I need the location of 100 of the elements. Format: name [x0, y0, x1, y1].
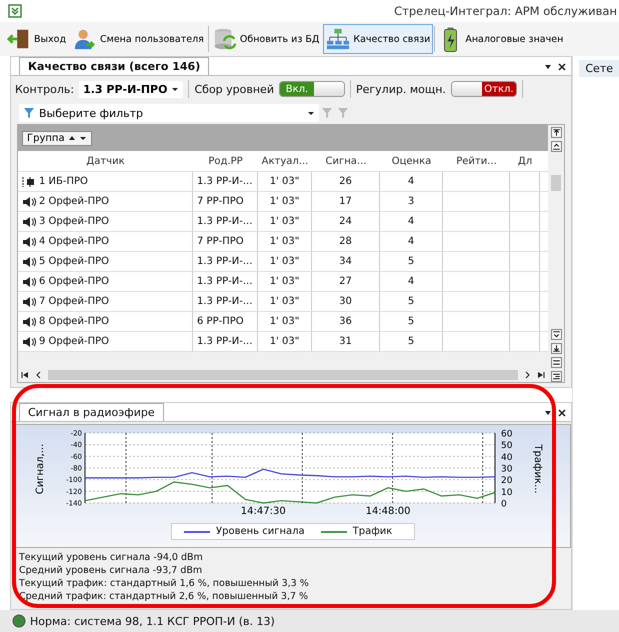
scrollbar-thumb[interactable]	[551, 175, 562, 191]
legend-label: Трафик	[352, 526, 392, 537]
scroll-bottom-icon[interactable]	[550, 343, 562, 354]
table-cell: 1' 03"	[258, 172, 312, 191]
table-cell: 1.3 РР-И-...	[193, 292, 258, 311]
table-cell: 5	[380, 292, 443, 311]
tick-label: 10	[501, 488, 513, 498]
control-dropdown[interactable]: 1.3 РР-И-ПРО	[79, 80, 184, 98]
table-cell: 1' 03"	[258, 252, 312, 271]
stat-text: Текущий трафик: стандартный 1,6 %, повышенный 3,3 %	[19, 578, 310, 589]
table-cell: 6 Орфей-ПРО	[18, 272, 193, 291]
stat-text: Текущий уровень сигнала -94,0 dBm	[19, 552, 204, 563]
speaker-icon	[22, 216, 36, 228]
panel-tab[interactable]: Сигнал в радиоэфире	[19, 403, 164, 421]
table-cell: 8 Орфей-ПРО	[18, 312, 193, 331]
table-cell: 1' 03"	[258, 232, 312, 251]
table-cell: 1.3 РР-И-...	[193, 332, 258, 351]
rows-icon[interactable]	[550, 357, 562, 368]
legend-label: Уровень сигнала	[216, 526, 305, 537]
column-header[interactable]: Оценка	[380, 151, 443, 171]
tick-label: 30	[501, 464, 513, 474]
rows-icon[interactable]	[550, 371, 562, 382]
toggle-switch[interactable]: Откл.	[450, 81, 517, 97]
app-icon	[8, 4, 22, 18]
scroll-up-icon[interactable]	[550, 141, 562, 152]
column-header[interactable]: Сигна...	[312, 151, 380, 171]
table-cell: 1 ИБ-ПРО	[18, 172, 193, 191]
table-cell: 17	[312, 192, 380, 211]
toolbar-button[interactable]: Смена пользователя	[70, 24, 207, 54]
group-chip[interactable]: Группа	[22, 130, 92, 146]
caret-icon	[171, 85, 180, 93]
table-cell: 30	[312, 292, 380, 311]
column-header[interactable]: Актуал...	[258, 151, 312, 171]
close-icon[interactable]	[557, 408, 568, 418]
axis-label: Трафик...	[532, 444, 544, 494]
table-cell: 28	[312, 232, 380, 251]
status-led-icon	[12, 614, 26, 628]
table-cell: 4	[380, 172, 443, 191]
control-label: Контроль:	[15, 82, 74, 96]
tick-label: 0	[501, 500, 507, 510]
table-cell: 1' 03"	[258, 292, 312, 311]
panel-tab[interactable]: Качество связи (всего 146)	[19, 57, 210, 75]
speaker-icon	[22, 236, 36, 248]
table-cell: 34	[312, 252, 380, 271]
speaker-icon	[22, 316, 36, 328]
toolbar-button[interactable]: Выход	[4, 24, 70, 54]
panel-tab[interactable]: Сете	[579, 60, 619, 77]
table-cell: 1' 03"	[258, 332, 312, 351]
stat-text: Средний уровень сигнала -93,7 dBm	[19, 565, 204, 576]
table-cell: 7 Орфей-ПРО	[18, 292, 193, 311]
column-header[interactable]: Рейти...	[443, 151, 510, 171]
table-cell: 4	[380, 212, 443, 231]
battery-icon	[444, 26, 458, 52]
toolbar-button[interactable]: Обновить из БД	[210, 24, 322, 54]
scroll-last-icon[interactable]	[536, 370, 546, 380]
table-cell: 4	[380, 272, 443, 291]
scroll-first-icon[interactable]	[20, 370, 30, 380]
tick-label: 40	[501, 452, 513, 463]
tick-label: 20	[501, 476, 513, 486]
tick-label: 14:47:30	[240, 506, 286, 517]
table-cell: 1' 03"	[258, 192, 312, 211]
speaker-icon	[22, 336, 36, 348]
table-cell: 5 Орфей-ПРО	[18, 252, 193, 271]
filter-dropdown[interactable]: Выберите фильтр	[19, 104, 319, 122]
table-cell: 24	[312, 212, 380, 231]
toolbar-button[interactable]: Аналоговые значен	[436, 24, 566, 54]
tick-label: 50	[501, 441, 513, 452]
table-cell: 5	[380, 312, 443, 331]
caret-icon	[78, 134, 87, 142]
table-cell: 1.3 РР-И-...	[193, 252, 258, 271]
table-cell: 6 РР-ПРО	[193, 312, 258, 331]
table-cell: 1.3 РР-И-...	[193, 272, 258, 291]
collect-label: Сбор уровней	[194, 82, 274, 96]
table-cell: 9 Орфей-ПРО	[18, 332, 193, 351]
scroll-down-icon[interactable]	[550, 329, 562, 340]
table-cell: 1' 03"	[258, 272, 312, 291]
scroll-top-icon[interactable]	[550, 127, 562, 138]
power-label: Регулир. мощн.	[356, 82, 446, 96]
table-cell: 1' 03"	[258, 212, 312, 231]
door-icon	[7, 27, 31, 51]
table-cell: 27	[312, 272, 380, 291]
network-icon	[326, 27, 350, 51]
table-cell: 5	[380, 332, 443, 351]
table-cell: 2 Орфей-ПРО	[18, 192, 193, 211]
table-cell: 31	[312, 332, 380, 351]
speaker-icon	[22, 296, 36, 308]
axis-label: Сигнал,...	[35, 444, 46, 494]
table-cell: 5	[380, 252, 443, 271]
user-icon	[73, 27, 98, 51]
column-header[interactable]: Датчик	[18, 151, 193, 171]
toolbar-button[interactable]: Качество связи	[323, 24, 434, 54]
sort-up-icon	[68, 134, 76, 142]
toggle-switch[interactable]: Вкл.	[278, 81, 345, 97]
close-icon[interactable]	[557, 62, 568, 72]
table-cell: 3	[380, 192, 443, 211]
column-header[interactable]: Род.РР	[193, 151, 258, 171]
table-cell: 3 Орфей-ПРО	[18, 212, 193, 231]
speaker-icon	[22, 256, 36, 268]
table-cell: 1' 03"	[258, 312, 312, 331]
column-header[interactable]: Дл	[510, 151, 540, 171]
